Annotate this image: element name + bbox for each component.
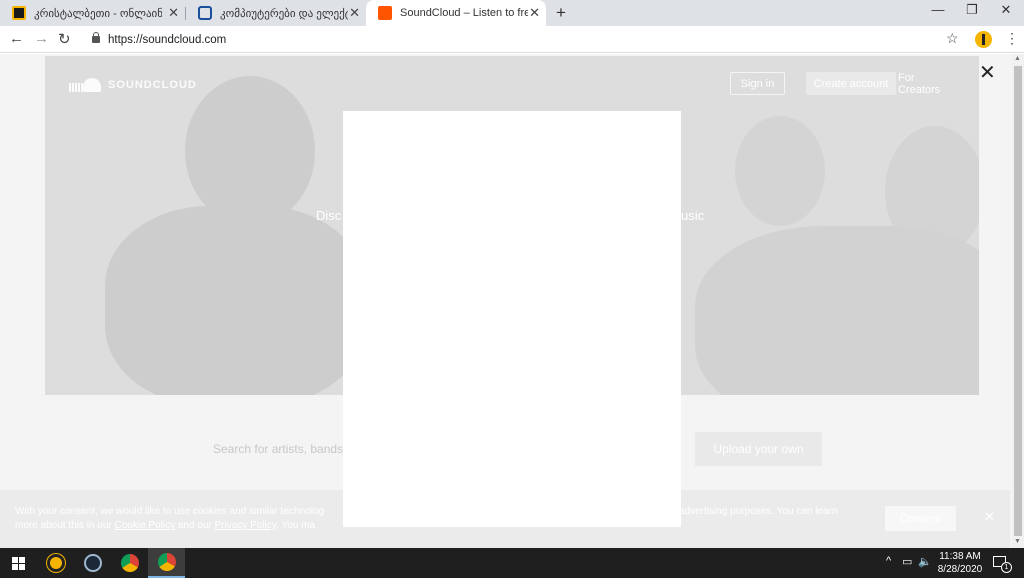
tray-overflow-icon[interactable]: ^	[886, 555, 891, 567]
minimize-button[interactable]: —	[921, 2, 955, 17]
back-button[interactable]: ←	[9, 30, 24, 47]
lock-icon	[92, 32, 100, 43]
app-yellow-icon	[46, 554, 65, 572]
scroll-down-icon[interactable]: ▼	[1014, 538, 1021, 545]
clock-date: 8/28/2020	[937, 564, 983, 575]
soundcloud-favicon-icon	[378, 6, 392, 20]
tab-computers[interactable]: კომპიუტერები და ელექტრონ ✕	[186, 0, 366, 26]
tab-title: კომპიუტერები და ელექტრონ	[220, 7, 348, 20]
clock-time: 11:38 AM	[939, 551, 981, 562]
modal-close-icon[interactable]: ✕	[979, 60, 996, 85]
new-tab-button[interactable]: +	[556, 3, 566, 23]
taskbar-app-chrome-active[interactable]	[148, 548, 185, 578]
volume-icon[interactable]: 🔈	[918, 555, 932, 568]
tab-close-icon[interactable]: ✕	[349, 5, 360, 21]
chrome-icon	[120, 554, 139, 572]
modal-dialog	[343, 111, 681, 527]
restore-button[interactable]: ❐	[955, 2, 989, 18]
tab-title: კრისტალბეთი - ონლაინ ტოტ	[34, 7, 162, 20]
tab-soundcloud[interactable]: SoundCloud – Listen to free musi ✕	[366, 0, 546, 26]
reload-button[interactable]: ↻	[58, 30, 71, 48]
extension-icon[interactable]	[975, 31, 992, 48]
taskbar-app-steam[interactable]	[74, 548, 111, 578]
page-scrollbar[interactable]: ▲ ▼	[1012, 54, 1024, 548]
windows-taskbar: ^ ▭ 🔈 11:38 AM 8/28/2020 1	[0, 548, 1024, 578]
taskbar-clock[interactable]: 11:38 AM 8/28/2020	[934, 550, 986, 576]
steam-icon	[83, 554, 102, 572]
browser-toolbar: ← → ↻ https://soundcloud.com ☆ ⋮	[0, 26, 1024, 53]
chrome-icon	[157, 553, 176, 571]
tab-close-icon[interactable]: ✕	[168, 5, 179, 21]
address-bar[interactable]: https://soundcloud.com	[80, 29, 970, 50]
bookmark-star-icon[interactable]: ☆	[946, 30, 959, 47]
scrollbar-thumb[interactable]	[1014, 66, 1022, 536]
tab-crystalbet[interactable]: კრისტალბეთი - ონლაინ ტოტ ✕	[0, 0, 185, 26]
windows-logo-icon	[12, 556, 25, 570]
taskbar-app-chrome[interactable]	[111, 548, 148, 578]
tab-title: SoundCloud – Listen to free musi	[400, 7, 528, 19]
site-favicon-icon	[198, 6, 212, 20]
page-viewport: SOUNDCLOUD Sign in Create account For Cr…	[0, 54, 1024, 548]
forward-button[interactable]: →	[34, 30, 49, 47]
url-text: https://soundcloud.com	[108, 33, 227, 46]
taskbar-app-crystalbet[interactable]	[37, 548, 74, 578]
notification-count-badge: 1	[1001, 562, 1012, 573]
start-button[interactable]	[0, 548, 37, 578]
crystalbet-favicon-icon	[12, 6, 26, 20]
tab-strip: კრისტალბეთი - ონლაინ ტოტ ✕ კომპიუტერები …	[0, 0, 1024, 26]
network-icon[interactable]: ▭	[902, 555, 912, 568]
tab-close-icon[interactable]: ✕	[529, 5, 540, 21]
scroll-up-icon[interactable]: ▲	[1014, 55, 1021, 62]
browser-menu-icon[interactable]: ⋮	[1005, 30, 1019, 47]
window-close-button[interactable]: ✕	[989, 2, 1023, 18]
